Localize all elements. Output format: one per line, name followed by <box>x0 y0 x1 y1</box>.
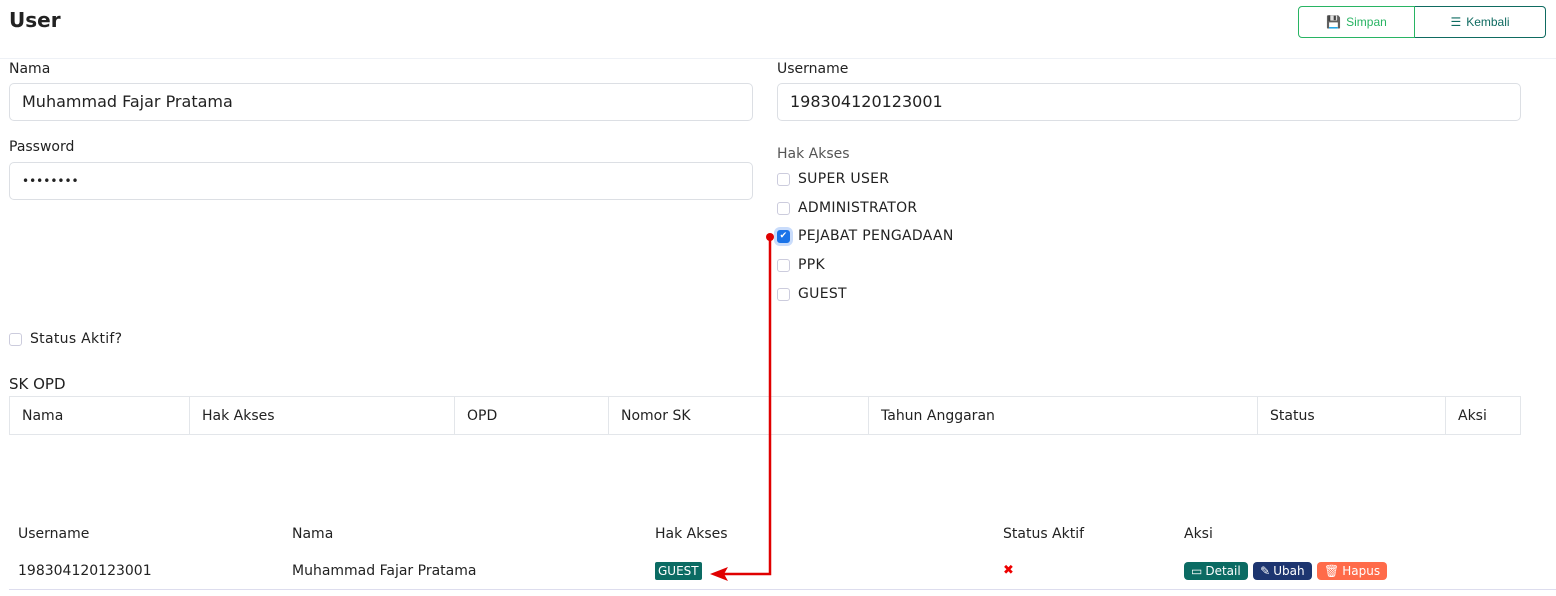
annotation-arrow <box>710 233 774 581</box>
